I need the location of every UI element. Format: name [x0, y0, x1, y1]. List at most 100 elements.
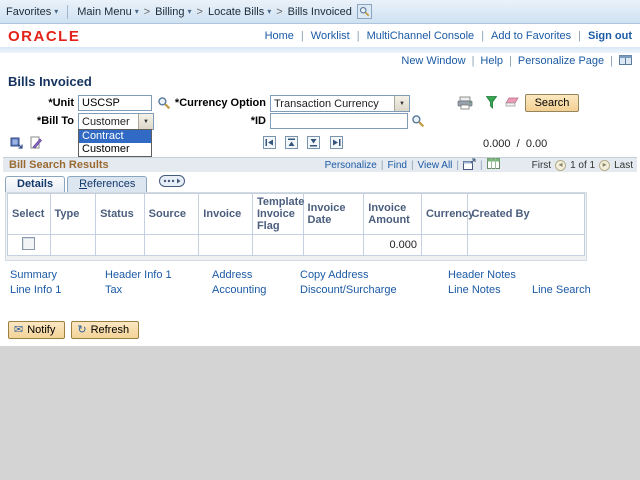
- results-grid: Select Type Status Source Invoice Templa…: [7, 193, 585, 256]
- column-select: Select: [8, 194, 51, 235]
- pagination-current: 1 of 1: [570, 160, 595, 171]
- summary-link[interactable]: Summary: [10, 269, 57, 281]
- line-info-1-link[interactable]: Line Info 1: [10, 284, 61, 296]
- id-input[interactable]: [270, 113, 408, 129]
- breadcrumb-billing[interactable]: Billing ▾: [155, 6, 191, 18]
- chevron-down-icon: ▼: [394, 96, 409, 111]
- layout-window-icon[interactable]: [619, 55, 632, 68]
- zoom-grid-icon[interactable]: [463, 158, 476, 173]
- tax-link[interactable]: Tax: [105, 284, 122, 296]
- breadcrumb-locate-bills[interactable]: Locate Bills ▾: [208, 6, 271, 18]
- id-lookup-icon[interactable]: [411, 114, 425, 131]
- unit-label: *Unit: [8, 97, 74, 109]
- line-search-link[interactable]: Line Search: [532, 284, 591, 296]
- breadcrumb: Favorites ▾ Main Menu ▾ > Billing ▾ > Lo…: [0, 0, 640, 24]
- column-created-by: Created By: [467, 194, 584, 235]
- currency-option-select[interactable]: Transaction Currency ▼: [270, 95, 410, 112]
- dropdown-option-contract[interactable]: Contract: [79, 130, 151, 143]
- search-button[interactable]: Search: [525, 94, 579, 112]
- copy-address-link[interactable]: Copy Address: [300, 269, 368, 281]
- separator: |: [456, 160, 459, 171]
- breadcrumb-main-menu[interactable]: Main Menu ▾: [77, 6, 138, 18]
- grid-export-icon[interactable]: [10, 136, 23, 152]
- cell-invoice: [199, 235, 253, 256]
- pagination-last-label[interactable]: Last: [614, 160, 633, 171]
- find-link[interactable]: Find: [387, 160, 406, 171]
- pagination-first-label[interactable]: First: [532, 160, 551, 171]
- notify-button[interactable]: ✉ Notify: [8, 321, 65, 339]
- cell-status: [96, 235, 145, 256]
- personalize-page-link[interactable]: Personalize Page: [518, 55, 604, 67]
- print-icon[interactable]: [457, 96, 474, 113]
- separator: |: [480, 160, 483, 171]
- chevron-down-icon: ▼: [138, 114, 153, 129]
- table-row: 0.000: [8, 235, 585, 256]
- related-links: Summary Header Info 1 Address Copy Addre…: [8, 269, 638, 301]
- top-navigation: Home | Worklist | MultiChannel Console |…: [265, 30, 632, 42]
- breadcrumb-label: Main Menu: [77, 6, 131, 18]
- footer-toolbar: ✉ Notify ↻ Refresh: [8, 321, 640, 339]
- add-to-favorites-link[interactable]: Add to Favorites: [491, 30, 571, 42]
- totals-separator: /: [517, 138, 520, 150]
- sign-out-link[interactable]: Sign out: [588, 30, 632, 42]
- breadcrumb-bills-invoiced[interactable]: Bills Invoiced: [288, 6, 352, 18]
- refresh-icon: ↻: [77, 325, 86, 336]
- scroll-first-icon[interactable]: [263, 136, 276, 152]
- row-select-checkbox[interactable]: [22, 237, 35, 250]
- unit-input[interactable]: [78, 95, 152, 111]
- currency-option-value: Transaction Currency: [271, 98, 394, 110]
- previous-row-icon[interactable]: ◂: [555, 160, 566, 171]
- refresh-label: Refresh: [91, 324, 130, 336]
- line-notes-link[interactable]: Line Notes: [448, 284, 501, 296]
- results-header-bar: Bill Search Results Personalize | Find |…: [3, 157, 637, 172]
- divider: [67, 5, 68, 19]
- address-link[interactable]: Address: [212, 269, 252, 281]
- next-row-icon[interactable]: ▸: [599, 160, 610, 171]
- discount-surcharge-link[interactable]: Discount/Surcharge: [300, 284, 397, 296]
- notify-label: Notify: [27, 324, 55, 336]
- multichannel-console-link[interactable]: MultiChannel Console: [367, 30, 475, 42]
- tab-details[interactable]: Details: [5, 176, 65, 192]
- application-window: Favorites ▾ Main Menu ▾ > Billing ▾ > Lo…: [0, 0, 640, 346]
- header-notes-link[interactable]: Header Notes: [448, 269, 516, 281]
- favorites-menu[interactable]: Favorites ▾: [6, 6, 58, 18]
- separator: |: [357, 30, 360, 42]
- id-label: *ID: [168, 115, 266, 127]
- results-title: Bill Search Results: [9, 159, 109, 171]
- show-all-columns-icon[interactable]: [159, 175, 185, 190]
- header-info-1-link[interactable]: Header Info 1: [105, 269, 172, 281]
- download-to-excel-icon[interactable]: [487, 158, 500, 172]
- dropdown-option-customer[interactable]: Customer: [79, 143, 151, 156]
- separator: |: [472, 55, 475, 67]
- scroll-up-icon[interactable]: [285, 136, 298, 152]
- breadcrumb-separator: >: [144, 6, 150, 18]
- notepad-edit-icon[interactable]: [29, 136, 42, 152]
- chevron-down-icon: ▾: [267, 8, 271, 16]
- breadcrumb-search-icon[interactable]: [357, 4, 372, 19]
- personalize-link[interactable]: Personalize: [325, 160, 377, 171]
- bill-to-dropdown-list: Contract Customer: [78, 129, 152, 157]
- scroll-down-icon[interactable]: [307, 136, 320, 152]
- cell-source: [144, 235, 199, 256]
- home-link[interactable]: Home: [265, 30, 294, 42]
- accounting-link[interactable]: Accounting: [212, 284, 266, 296]
- filter-funnel-icon[interactable]: [486, 96, 498, 112]
- chevron-down-icon: ▾: [54, 8, 58, 16]
- help-link[interactable]: Help: [480, 55, 503, 67]
- separator: |: [509, 55, 512, 67]
- breadcrumb-label: Bills Invoiced: [288, 6, 352, 18]
- cell-select: [8, 235, 51, 256]
- new-window-link[interactable]: New Window: [401, 55, 465, 67]
- breadcrumb-separator: >: [276, 6, 282, 18]
- tab-label: References: [79, 178, 135, 190]
- separator: |: [411, 160, 414, 171]
- bill-to-select[interactable]: Customer ▼: [78, 113, 154, 130]
- refresh-button[interactable]: ↻ Refresh: [71, 321, 139, 339]
- tab-references[interactable]: References: [67, 176, 147, 192]
- scroll-last-icon[interactable]: [330, 136, 343, 152]
- column-status: Status: [96, 194, 145, 235]
- view-all-link[interactable]: View All: [418, 160, 453, 171]
- eraser-icon[interactable]: [505, 97, 519, 111]
- worklist-link[interactable]: Worklist: [311, 30, 350, 42]
- results-grid-panel: Select Type Status Source Invoice Templa…: [5, 192, 587, 261]
